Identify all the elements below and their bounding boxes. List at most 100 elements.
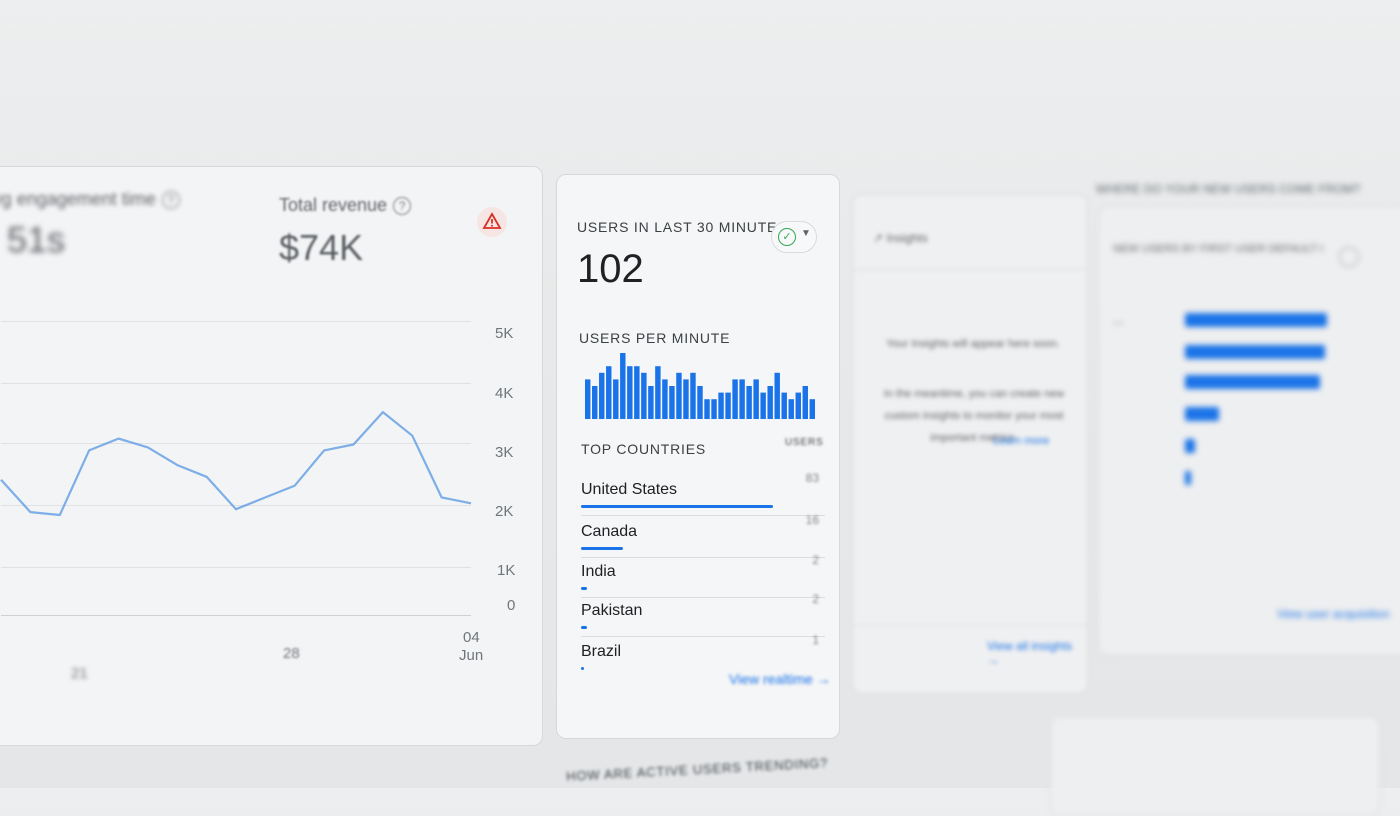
warning-icon[interactable]: [477, 207, 507, 237]
country-row[interactable]: Canada 16: [581, 513, 825, 558]
check-circle-icon: ✓: [778, 228, 796, 246]
acquisition-chart-title: NEW USERS BY FIRST USER DEFAULT CHANNEL …: [1113, 243, 1323, 255]
channel-bar: [1185, 375, 1320, 389]
per-minute-bar[interactable]: [662, 379, 668, 419]
per-minute-bar[interactable]: [704, 399, 710, 419]
y-tick: 0: [507, 597, 516, 614]
country-name: Brazil: [581, 643, 622, 660]
insights-empty-text: Your Insights will appear here soon.: [886, 338, 1060, 350]
per-minute-bar[interactable]: [676, 372, 682, 419]
country-share-bar: [581, 505, 773, 508]
view-all-insights-link[interactable]: View all insights →: [987, 639, 1087, 667]
right-section-title: WHERE DO YOUR NEW USERS COME FROM?: [1096, 182, 1361, 196]
country-name: Canada: [581, 523, 638, 540]
realtime-card: USERS IN LAST 30 MINUTES 102 ✓ ▼ USERS P…: [556, 174, 840, 739]
per-minute-bar[interactable]: [760, 392, 766, 419]
per-minute-bar[interactable]: [655, 366, 661, 419]
country-share-bar: [581, 667, 584, 670]
per-minute-bar[interactable]: [711, 399, 717, 419]
country-users-value: 1: [812, 633, 819, 647]
per-minute-title: USERS PER MINUTE: [579, 330, 731, 346]
per-minute-bar[interactable]: [669, 386, 675, 419]
engagement-time-value: 51s: [7, 219, 66, 260]
country-row[interactable]: Pakistan 2: [581, 592, 825, 637]
per-minute-bar[interactable]: [809, 399, 815, 419]
country-row[interactable]: United States 83: [581, 471, 825, 516]
country-name: India: [581, 563, 616, 580]
realtime-title: USERS IN LAST 30 MINUTES: [577, 219, 788, 235]
x-tick: 21: [71, 665, 88, 682]
arrow-right-icon: →: [987, 653, 999, 667]
view-user-acquisition-link[interactable]: View user acquisition: [1277, 607, 1390, 621]
channel-bar: [1185, 407, 1219, 421]
per-minute-bar-chart: [585, 353, 815, 419]
y-tick: 3K: [495, 444, 514, 461]
country-users-value: 83: [805, 471, 819, 485]
top-countries-title: TOP COUNTRIES: [581, 441, 707, 457]
country-row[interactable]: India 2: [581, 553, 825, 598]
per-minute-bar[interactable]: [795, 392, 801, 419]
country-users-value: 2: [812, 553, 819, 567]
engagement-time-label: Avg engagement time?: [0, 189, 180, 210]
engagement-series-line: [0, 411, 472, 517]
per-minute-bar[interactable]: [802, 386, 808, 419]
help-icon[interactable]: ?: [393, 197, 412, 216]
per-minute-bar[interactable]: [620, 353, 626, 419]
caret-down-icon: ▼: [801, 228, 811, 239]
insights-icon: ↗: [873, 231, 884, 245]
realtime-status-dropdown[interactable]: ✓ ▼: [771, 221, 817, 253]
per-minute-bar[interactable]: [739, 379, 745, 419]
country-share-bar: [581, 587, 587, 590]
per-minute-bar[interactable]: [585, 379, 591, 419]
learn-more-link[interactable]: Learn more: [993, 435, 1049, 447]
per-minute-bar[interactable]: [781, 392, 787, 419]
bottom-right-card: [1050, 716, 1380, 816]
channel-bar: [1185, 345, 1325, 359]
per-minute-bar[interactable]: [606, 366, 612, 419]
total-revenue-value: $74K: [279, 227, 364, 268]
y-tick: 4K: [495, 385, 514, 402]
users-column-header: USERS: [785, 437, 824, 448]
per-minute-bar[interactable]: [753, 379, 759, 419]
check-circle-icon[interactable]: [1339, 247, 1359, 267]
y-tick: 1K: [497, 562, 516, 579]
realtime-users-value: 102: [577, 247, 644, 291]
channel-bar: [1185, 439, 1195, 453]
insights-card: ↗ Insights Your Insights will appear her…: [852, 194, 1089, 694]
per-minute-bar[interactable]: [697, 386, 703, 419]
y-tick: 2K: [495, 503, 514, 520]
per-minute-bar[interactable]: [634, 366, 640, 419]
per-minute-bar[interactable]: [746, 386, 752, 419]
country-name: United States: [581, 481, 678, 498]
per-minute-bar[interactable]: [732, 379, 738, 419]
view-realtime-link[interactable]: View realtime →: [729, 671, 831, 687]
per-minute-bar[interactable]: [774, 372, 780, 419]
user-acquisition-card: NEW USERS BY FIRST USER DEFAULT CHANNEL …: [1098, 206, 1400, 656]
per-minute-bar[interactable]: [592, 386, 598, 419]
per-minute-bar[interactable]: [599, 372, 605, 419]
per-minute-bar[interactable]: [725, 392, 731, 419]
per-minute-bar[interactable]: [641, 372, 647, 419]
country-users-value: 16: [805, 513, 819, 527]
total-revenue-label: Total revenue?: [279, 195, 412, 216]
channel-bar: [1185, 313, 1327, 327]
per-minute-bar[interactable]: [690, 372, 696, 419]
x-tick: 28: [283, 645, 300, 662]
insights-header: ↗ Insights: [873, 231, 928, 245]
country-users-value: 2: [812, 592, 819, 606]
per-minute-bar[interactable]: [627, 366, 633, 419]
per-minute-bar[interactable]: [683, 379, 689, 419]
per-minute-bar[interactable]: [648, 386, 654, 419]
engagement-revenue-card: Avg engagement time? 51s Total revenue? …: [0, 166, 543, 746]
per-minute-bar[interactable]: [788, 399, 794, 419]
per-minute-bar[interactable]: [718, 392, 724, 419]
y-tick: 5K: [495, 325, 514, 342]
arrow-right-icon: →: [816, 671, 831, 687]
help-icon[interactable]: ?: [161, 191, 180, 210]
per-minute-bar[interactable]: [767, 386, 773, 419]
country-name: Pakistan: [581, 602, 643, 619]
trend-section-title: HOW ARE ACTIVE USERS TRENDING?: [565, 755, 829, 784]
per-minute-bar[interactable]: [613, 379, 619, 419]
country-share-bar: [581, 547, 624, 550]
x-tick: Jun: [459, 647, 484, 664]
